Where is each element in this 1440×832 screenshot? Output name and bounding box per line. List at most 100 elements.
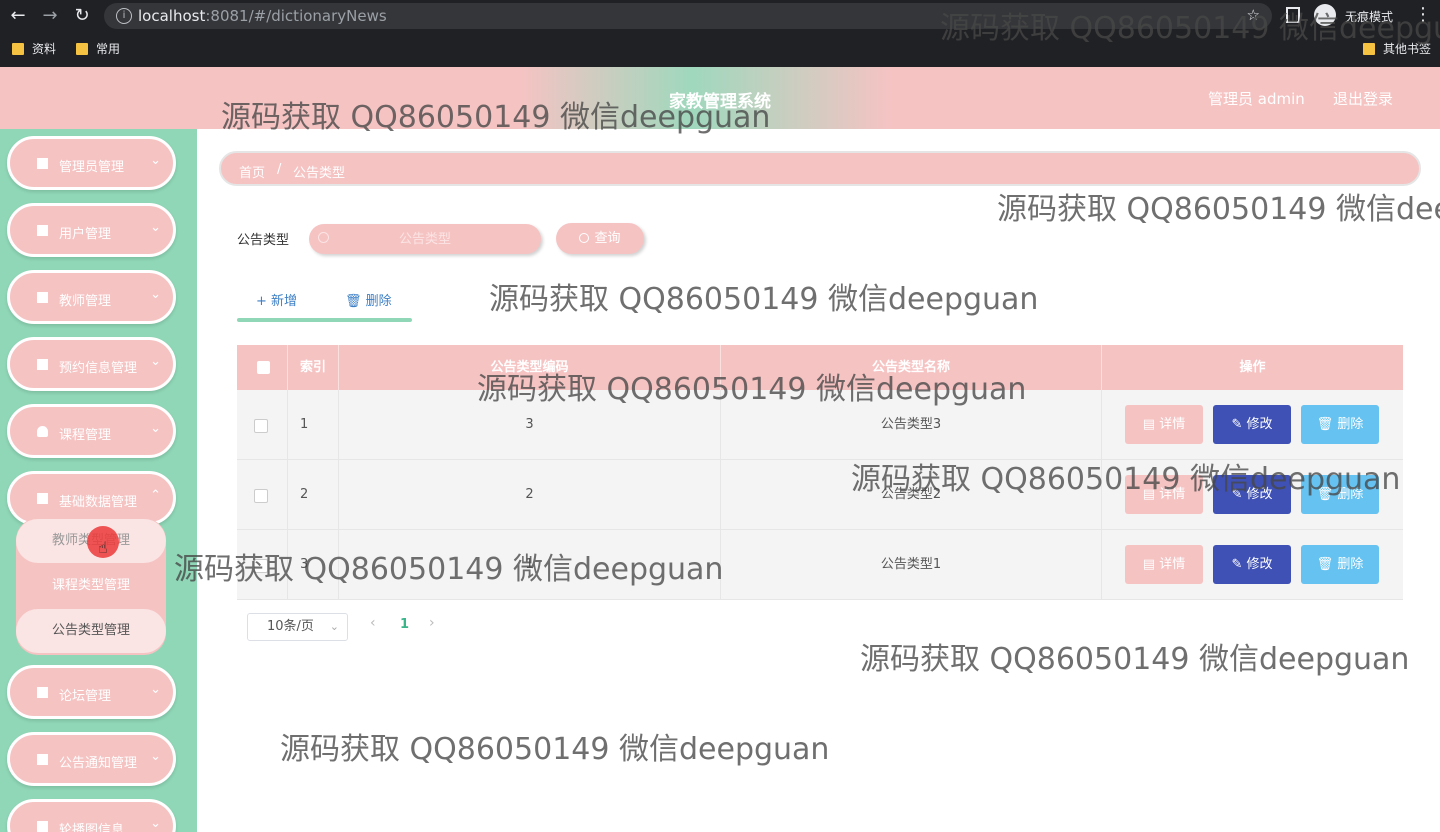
row-select-cell <box>237 390 288 460</box>
sidebar-item-label: 用户管理 <box>59 227 112 242</box>
search-label: 公告类型 <box>237 233 290 248</box>
cell-index: 3 <box>288 530 339 600</box>
sidebar-item-carousel[interactable]: 轮播图信息 ⌄ <box>7 799 176 832</box>
sidebar-item-basic-data[interactable]: 基础数据管理 ⌃ <box>7 471 176 525</box>
breadcrumb-home[interactable]: 首页 <box>239 162 265 181</box>
row-checkbox[interactable] <box>254 489 268 503</box>
edit-label: 修改 <box>1246 487 1273 502</box>
batch-delete-label: 删除 <box>365 294 392 309</box>
cell-code: 1 <box>339 530 721 600</box>
folder-icon <box>12 43 24 55</box>
add-button[interactable]: + 新增 <box>256 290 297 309</box>
hand-cursor-icon: ☝ <box>98 538 108 557</box>
delete-button[interactable]: 🗑 删除 <box>1301 545 1379 584</box>
detail-label: 详情 <box>1159 487 1186 502</box>
trash-icon: 🗑 <box>1316 487 1338 502</box>
edit-button[interactable]: ✎ 修改 <box>1213 545 1291 584</box>
row-select-cell <box>237 460 288 530</box>
row-select-cell <box>237 530 288 600</box>
search-icon <box>318 232 329 243</box>
sidebar-item-label: 课程管理 <box>59 428 112 443</box>
table-row: 3 1 公告类型1 ▤ 详情 ✎ 修改 🗑 删除 <box>237 530 1403 600</box>
grid-icon <box>37 158 48 169</box>
trash-icon: 🗑 <box>345 294 366 309</box>
sidebar-item-bookings[interactable]: 预约信息管理 ⌄ <box>7 337 176 391</box>
row-checkbox[interactable] <box>254 559 268 573</box>
breadcrumb-separator: / <box>277 162 282 177</box>
chevron-down-icon: ⌄ <box>150 153 161 168</box>
submenu-course-type[interactable]: 课程类型管理 <box>16 564 166 608</box>
document-icon: ▤ <box>1142 557 1160 572</box>
bookmark-folder-2[interactable]: 常用 <box>76 40 120 57</box>
cell-name: 公告类型2 <box>721 460 1102 530</box>
cell-code: 2 <box>339 460 721 530</box>
sidebar-item-users[interactable]: 用户管理 ⌄ <box>7 203 176 257</box>
watermark: 源码获取 QQ86050149 微信deepguan <box>997 192 1440 227</box>
browser-menu-icon[interactable]: ⋮ <box>1414 4 1432 25</box>
next-page-button[interactable]: › <box>429 615 435 631</box>
grid-icon <box>37 359 48 370</box>
clipboard-icon <box>37 292 48 303</box>
submenu-notice-type[interactable]: 公告类型管理 <box>16 609 166 653</box>
bookmark-star-icon[interactable]: ☆ <box>1247 6 1260 24</box>
chevron-down-icon: ⌄ <box>150 816 161 831</box>
chevron-up-icon: ⌃ <box>150 488 161 503</box>
delete-button[interactable]: 🗑 删除 <box>1301 405 1379 444</box>
chevron-down-icon: ⌄ <box>150 220 161 235</box>
edit-button[interactable]: ✎ 修改 <box>1213 475 1291 514</box>
pencil-icon: ✎ <box>1231 417 1247 432</box>
sidebar-item-forum[interactable]: 论坛管理 ⌄ <box>7 665 176 719</box>
query-button[interactable]: 查询 <box>556 223 644 254</box>
cell-code: 3 <box>339 390 721 460</box>
header-code: 公告类型编码 <box>339 345 721 390</box>
edit-button[interactable]: ✎ 修改 <box>1213 405 1291 444</box>
back-arrow-icon[interactable]: ← <box>6 4 30 28</box>
logout-link[interactable]: 退出登录 <box>1333 88 1393 109</box>
action-bar-underline <box>237 318 412 322</box>
chevron-down-icon: ⌄ <box>150 682 161 697</box>
page-number-current[interactable]: 1 <box>400 617 409 632</box>
delete-label: 删除 <box>1337 487 1364 502</box>
prev-page-button[interactable]: ‹ <box>370 615 376 631</box>
sidebar-item-courses[interactable]: 课程管理 ⌄ <box>7 404 176 458</box>
detail-label: 详情 <box>1159 417 1186 432</box>
trash-icon: 🗑 <box>1316 417 1338 432</box>
pencil-icon: ✎ <box>1231 487 1247 502</box>
edit-label: 修改 <box>1246 417 1273 432</box>
sidebar-item-label: 轮播图信息 <box>59 823 125 832</box>
folder-icon <box>1363 43 1375 55</box>
watermark: 源码获取 QQ86050149 微信deepguan <box>860 642 1410 677</box>
detail-button[interactable]: ▤ 详情 <box>1125 475 1203 514</box>
page-size-value: 10条/页 <box>267 619 314 634</box>
detail-button[interactable]: ▤ 详情 <box>1125 545 1203 584</box>
folder-icon <box>76 43 88 55</box>
other-bookmarks[interactable]: 其他书签 <box>1363 40 1431 57</box>
search-input[interactable] <box>309 224 541 254</box>
address-bar[interactable]: i localhost:8081/#/dictionaryNews ☆ <box>104 3 1272 29</box>
sidebar-item-label: 管理员管理 <box>59 160 125 175</box>
batch-delete-button[interactable]: 🗑 删除 <box>345 290 392 309</box>
chevron-down-icon: ⌄ <box>150 287 161 302</box>
chevron-down-icon: ⌄ <box>150 354 161 369</box>
sidebar-item-label: 基础数据管理 <box>59 495 138 510</box>
sidebar-item-label: 论坛管理 <box>59 689 112 704</box>
sidebar-item-teachers[interactable]: 教师管理 ⌄ <box>7 270 176 324</box>
select-all-checkbox[interactable] <box>257 361 270 374</box>
chevron-down-icon: ⌄ <box>329 620 339 633</box>
detail-button[interactable]: ▤ 详情 <box>1125 405 1203 444</box>
url-text: localhost:8081/#/dictionaryNews <box>138 7 387 25</box>
site-info-icon[interactable]: i <box>116 8 132 24</box>
delete-button[interactable]: 🗑 删除 <box>1301 475 1379 514</box>
reload-icon[interactable]: ↻ <box>70 4 94 28</box>
home-icon <box>37 493 48 504</box>
row-checkbox[interactable] <box>254 419 268 433</box>
incognito-icon[interactable] <box>1314 4 1336 26</box>
trash-icon: 🗑 <box>1316 557 1338 572</box>
sidebar-item-admin[interactable]: 管理员管理 ⌄ <box>7 136 176 190</box>
extension-icon[interactable] <box>1286 7 1300 23</box>
page-size-select[interactable]: 10条/页 ⌄ <box>247 613 348 641</box>
bookmark-folder-1[interactable]: 资料 <box>12 40 56 57</box>
table-header: 索引 公告类型编码 公告类型名称 操作 <box>237 345 1403 390</box>
forward-arrow-icon[interactable]: → <box>38 4 62 28</box>
sidebar-item-notices[interactable]: 公告通知管理 ⌄ <box>7 732 176 786</box>
